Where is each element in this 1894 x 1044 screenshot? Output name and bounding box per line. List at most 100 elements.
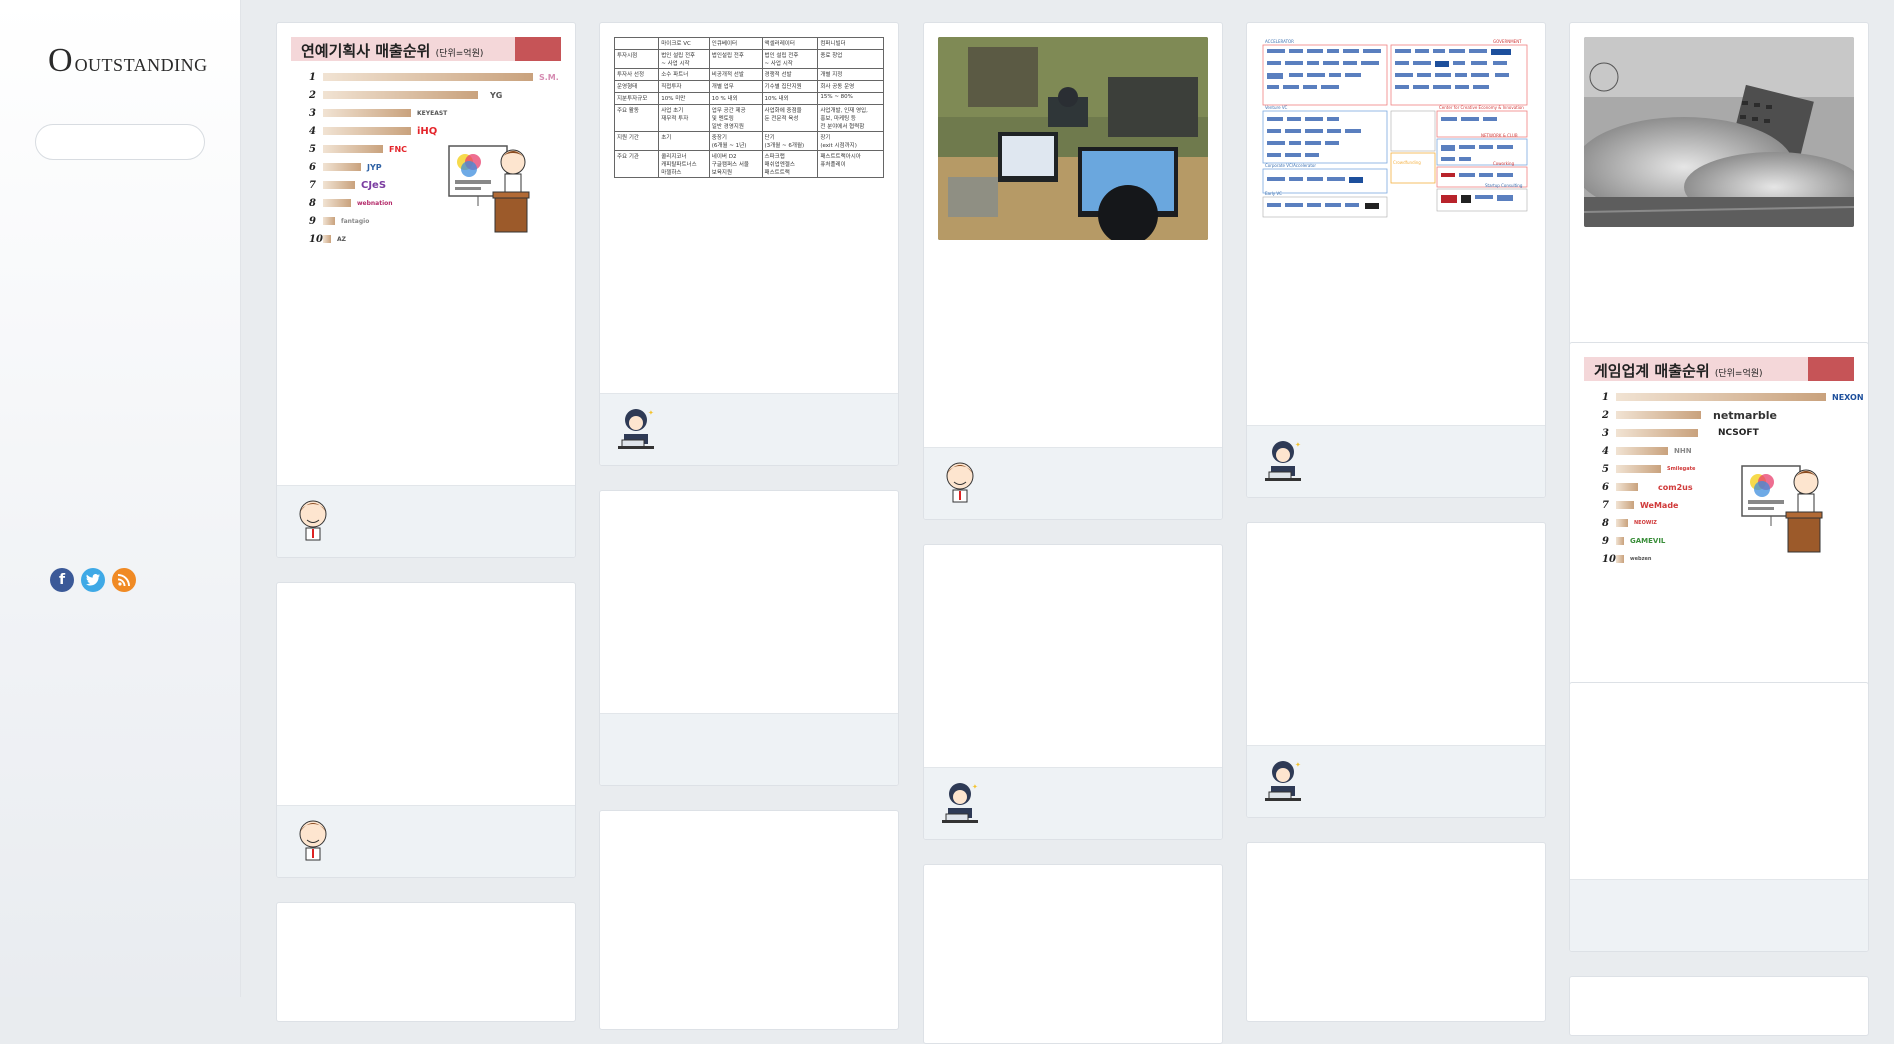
table-cell bbox=[613, 37, 660, 50]
post-card[interactable]: 마이크로 VC 인큐베이터 액셀러레이터 컴퍼니빌더 투자시점 법인 설립 전후 ~ 사업… bbox=[599, 22, 899, 466]
svg-text:✦: ✦ bbox=[648, 409, 654, 417]
table-row: 운영형태 직접투자 개별 업무 기수별 집단지원 회사 공동 운영 bbox=[613, 80, 884, 93]
author-avatar[interactable]: ✦ bbox=[616, 406, 656, 450]
table-cell: 10% 내외 bbox=[761, 92, 819, 105]
rank-row: 7 CJeS bbox=[309, 179, 387, 191]
map-group-label: Corporate VC/Accelerator bbox=[1265, 163, 1316, 168]
card-footer bbox=[277, 805, 575, 877]
search-input[interactable] bbox=[35, 124, 205, 160]
table-cell: 사업개발, 인재 영입, 홍보, 마케팅 등 전 분야에서 협력함 bbox=[817, 104, 884, 132]
demolition-photo bbox=[1584, 37, 1854, 227]
post-card[interactable] bbox=[923, 864, 1223, 1044]
post-card[interactable]: ACCELERATOR GOVERNMENT Venture VC Center… bbox=[1246, 22, 1546, 498]
card-footer: ✦ bbox=[1247, 745, 1545, 817]
table-cell: 장기 (exit 시점까지) bbox=[817, 131, 884, 151]
card-footer bbox=[1570, 879, 1868, 951]
table-cell: 투자시점 bbox=[613, 49, 660, 69]
author-avatar[interactable] bbox=[293, 498, 333, 542]
table-cell: 직접투자 bbox=[658, 80, 710, 93]
rank-row: 7 WeMade bbox=[1602, 499, 1679, 511]
rank-row: 5 FNC bbox=[309, 143, 408, 155]
table-cell: 종료 창업 bbox=[817, 49, 884, 69]
table-cell: 비공개적 선발 bbox=[708, 68, 763, 81]
post-card[interactable] bbox=[1246, 842, 1546, 1022]
facebook-icon[interactable]: f bbox=[50, 568, 74, 592]
rank-row: 2 netmarble bbox=[1602, 408, 1777, 422]
card-footer: ✦ bbox=[600, 393, 898, 465]
rank-row: 4 iHQ bbox=[309, 125, 438, 137]
table-cell: 10 % 내외 bbox=[708, 92, 763, 105]
rank-row: 3 NCSOFT bbox=[1602, 427, 1759, 439]
table-row: 주요 활동 사업 초기 재무적 투자 업무 공간 제공 및 멘토링 일반 경영지원 사… bbox=[613, 104, 884, 132]
table-row: 마이크로 VC 인큐베이터 액셀러레이터 컴퍼니빌더 bbox=[613, 37, 884, 50]
table-cell: 패스트트랙아시아 퓨처플레이 bbox=[817, 150, 884, 178]
table-row: 지분투자규모 10% 미만 10 % 내외 10% 내외 15% ~ 80% bbox=[613, 92, 884, 105]
table-cell: 액셀러레이터 bbox=[761, 37, 819, 50]
rss-icon[interactable] bbox=[112, 568, 136, 592]
post-card[interactable]: ✦ bbox=[923, 544, 1223, 840]
map-group-label: Early VC bbox=[1265, 191, 1282, 196]
post-card[interactable] bbox=[1569, 976, 1869, 1036]
rank-row: 10 AZ bbox=[309, 233, 346, 245]
table-cell: 중장기 (6개월 ~ 1년) bbox=[708, 131, 763, 151]
rank-row: 10 webzen bbox=[1602, 553, 1652, 565]
rank-row: 8 webnation bbox=[309, 197, 393, 209]
rank-row: 5 Smilegate bbox=[1602, 463, 1696, 475]
post-card[interactable] bbox=[599, 810, 899, 1030]
rank-row: 6 JYP bbox=[309, 161, 382, 173]
table-cell: 법인 설립 전후 ~ 사업 시작 bbox=[761, 49, 819, 69]
table-cell: 운영형태 bbox=[613, 80, 660, 93]
chart-title: 게임업계 매출순위 bbox=[1594, 362, 1710, 380]
table-cell: 15% ~ 80% bbox=[817, 92, 884, 105]
table-row: 지원 기간 초기 중장기 (6개월 ~ 1년) 단기 (3개월 ~ 6개월) 장기 (e… bbox=[613, 131, 884, 151]
table-cell: 컴퍼니빌더 bbox=[817, 37, 884, 50]
post-card[interactable]: ✦ bbox=[1246, 522, 1546, 818]
table-row: 투자사 선정 소수 파트너 비공개적 선발 경쟁적 선발 개별 지정 bbox=[613, 68, 884, 81]
rank-row: 9 fantagio bbox=[309, 215, 370, 227]
author-avatar[interactable] bbox=[293, 818, 333, 862]
rank-row: 1 NEXON bbox=[1602, 391, 1864, 403]
post-card[interactable] bbox=[276, 582, 576, 878]
rank-row: 6 com2us bbox=[1602, 481, 1693, 493]
svg-text:✦: ✦ bbox=[1295, 761, 1301, 769]
social-links: f bbox=[50, 568, 136, 592]
rank-row: 1 S.M. bbox=[309, 71, 559, 83]
table-cell: 회사 공동 운영 bbox=[817, 80, 884, 93]
game-ranking-image: 게임업계 매출순위 (단위=억원) 1 NEXON 2 netmarble 3 NCS… bbox=[1584, 357, 1864, 575]
chart-unit: (단위=억원) bbox=[435, 49, 484, 59]
chart-unit: (단위=억원) bbox=[1714, 369, 1763, 379]
post-card[interactable] bbox=[1569, 682, 1869, 952]
svg-text:✦: ✦ bbox=[972, 783, 978, 791]
post-card[interactable]: 게임업계 매출순위 (단위=억원) 1 NEXON 2 netmarble 3 NCS… bbox=[1569, 342, 1869, 708]
rank-row: 2 YG bbox=[309, 89, 503, 101]
post-card[interactable] bbox=[923, 22, 1223, 520]
post-card[interactable] bbox=[599, 490, 899, 786]
startup-ecosystem-map: ACCELERATOR GOVERNMENT Venture VC Center… bbox=[1261, 37, 1531, 221]
author-avatar[interactable]: ✦ bbox=[1263, 438, 1303, 482]
table-cell: 지분투자규모 bbox=[613, 92, 660, 105]
table-cell: 스파크랩 매쉬업엔젤스 패스트트랙 bbox=[761, 150, 819, 178]
card-footer bbox=[924, 447, 1222, 519]
table-cell: 지원 기간 bbox=[613, 131, 660, 151]
author-avatar[interactable] bbox=[940, 460, 980, 504]
site-logo[interactable]: O OUTSTANDING bbox=[48, 44, 208, 78]
chart-header: 게임업계 매출순위 (단위=억원) bbox=[1584, 357, 1854, 381]
card-footer bbox=[277, 485, 575, 557]
table-cell: 단기 (3개월 ~ 6개월) bbox=[761, 131, 819, 151]
entertainment-ranking-image: 연예기획사 매출순위 (단위=억원) 1 S.M. 2 YG 3 KEYEAST 4i… bbox=[291, 37, 561, 255]
table-cell: 법인 설립 전후 ~ 사업 시작 bbox=[658, 49, 710, 69]
table-cell: 초기 bbox=[658, 131, 710, 151]
post-card[interactable]: 연예기획사 매출순위 (단위=억원) 1 S.M. 2 YG 3 KEYEAST 4i… bbox=[276, 22, 576, 558]
table-cell: 투자사 선정 bbox=[613, 68, 660, 81]
twitter-icon[interactable] bbox=[81, 568, 105, 592]
chart-header: 연예기획사 매출순위 (단위=억원) bbox=[291, 37, 561, 61]
presenter-illustration bbox=[448, 145, 530, 233]
table-cell: 네이버 D2 구글캠퍼스 서울 보육지원 bbox=[708, 150, 763, 178]
author-avatar[interactable]: ✦ bbox=[1263, 758, 1303, 802]
post-card[interactable] bbox=[276, 902, 576, 1022]
author-avatar[interactable]: ✦ bbox=[940, 780, 980, 824]
card-footer: ✦ bbox=[924, 767, 1222, 839]
logo-mark: O bbox=[48, 42, 73, 79]
sidebar: O OUTSTANDING f bbox=[0, 0, 241, 997]
map-group-label: Venture VC bbox=[1265, 105, 1288, 110]
